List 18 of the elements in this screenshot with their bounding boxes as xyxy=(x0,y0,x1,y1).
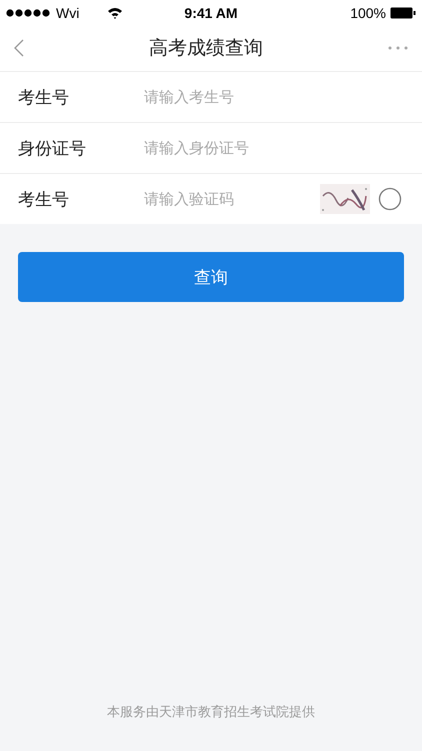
input-field[interactable]: 请输入考生号 xyxy=(144,82,422,112)
battery-icon xyxy=(390,6,416,18)
battery-percent: 100% xyxy=(350,4,386,20)
page-title: 高考成绩查询 xyxy=(149,36,263,61)
back-icon[interactable] xyxy=(14,39,24,57)
query-button[interactable]: 查询 xyxy=(18,252,404,302)
signal-icon xyxy=(6,8,50,16)
carrier-name: Wvi xyxy=(56,4,80,20)
field-label: 考生号 xyxy=(18,188,70,210)
more-icon[interactable] xyxy=(388,46,408,50)
status-time: 9:41 AM xyxy=(184,4,238,20)
input-field[interactable]: 请输入验证码 xyxy=(144,184,320,214)
footer-note: 本服务由天津市教育招生考试院提供 xyxy=(107,705,315,720)
wifi-icon xyxy=(107,6,124,18)
field-label: 身份证号 xyxy=(18,138,87,160)
field-label: 考生号 xyxy=(18,86,70,108)
input-field[interactable]: 请输入身份证号 xyxy=(144,133,422,163)
refresh-icon[interactable] xyxy=(378,187,402,211)
